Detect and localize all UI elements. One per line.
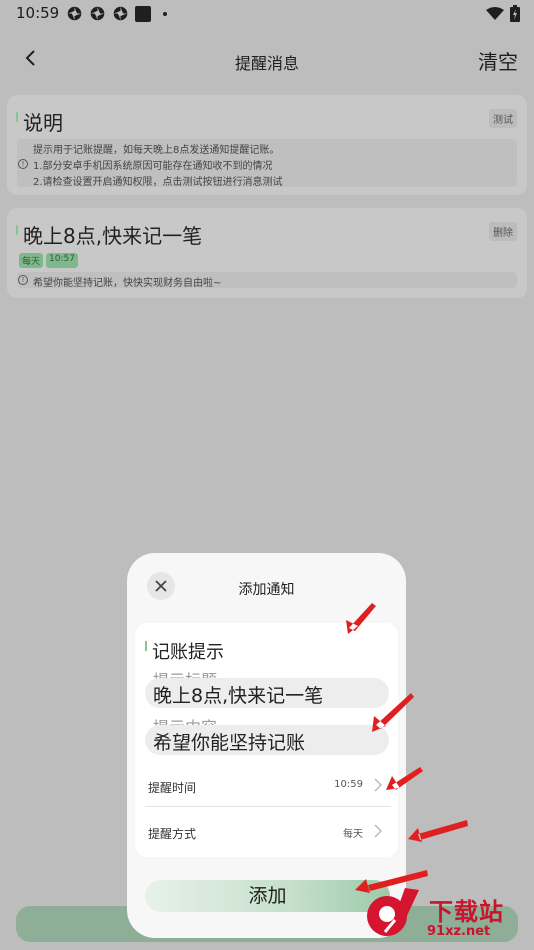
title-input[interactable]: 晚上8点,快来记一笔	[145, 678, 389, 708]
title-input-value: 晚上8点,快来记一笔	[153, 685, 324, 707]
card-title: 说明	[23, 111, 63, 135]
notice-line: 提示用于记账提醒，如每天晚上8点发送通知提醒记账。	[33, 145, 280, 156]
status-system-icons	[486, 5, 520, 22]
chevron-right-icon	[374, 778, 383, 792]
square-icon	[135, 5, 151, 22]
info-icon: !	[18, 159, 28, 169]
chevron-right-icon	[374, 824, 383, 838]
reminder-time-label: 提醒时间	[148, 781, 197, 795]
reminder-form: 记账提示 提示标题 晚上8点,快来记一笔 提示内容 希望你能坚持记账 提醒时间 …	[135, 623, 398, 857]
accent-bar	[16, 225, 18, 235]
battery-icon	[510, 5, 520, 22]
reminder-card[interactable]: 晚上8点,快来记一笔 删除 每天 10:57 ! 希望你能坚持记账，快快实现财务…	[7, 208, 527, 298]
form-section-label: 记账提示	[152, 642, 224, 663]
notice-description: ! 提示用于记账提醒，如每天晚上8点发送通知提醒记账。 1.部分安卓手机因系统原…	[17, 139, 517, 188]
notice-card: 说明 测试 ! 提示用于记账提醒，如每天晚上8点发送通知提醒记账。 1.部分安卓…	[7, 95, 527, 195]
card-title: 晚上8点,快来记一笔	[23, 224, 203, 248]
divider	[145, 806, 391, 807]
reminder-time-row[interactable]: 提醒时间 10:59	[145, 765, 391, 809]
watermark-logo-icon	[367, 888, 419, 936]
annotation-arrow-icon	[408, 820, 468, 842]
reminder-badges: 每天 10:57	[19, 253, 78, 268]
page-title: 提醒消息	[234, 54, 299, 73]
content-input-value: 希望你能坚持记账	[153, 732, 306, 754]
top-app-bar: 提醒消息 清空	[0, 40, 534, 80]
app-icon	[90, 6, 105, 21]
watermark-url: 91xz.net	[427, 924, 491, 939]
reminder-content: ! 希望你能坚持记账，快快实现财务自由啦~	[17, 272, 517, 289]
reminder-mode-row[interactable]: 提醒方式 每天	[145, 811, 391, 855]
wifi-icon	[486, 6, 504, 20]
test-button[interactable]: 测试	[489, 109, 517, 128]
notice-line: 1.部分安卓手机因系统原因可能存在通知收不到的情况	[33, 161, 273, 172]
status-bar: 10:59	[0, 0, 534, 28]
notice-line: 2.请检查设置开启通知权限，点击测试按钮进行消息测试	[33, 177, 283, 188]
accent-bar	[16, 112, 18, 122]
content-input[interactable]: 希望你能坚持记账	[145, 725, 389, 755]
time-badge: 10:57	[46, 253, 78, 268]
info-icon: !	[18, 275, 28, 285]
clear-button[interactable]: 清空	[478, 46, 518, 75]
reminder-content-text: 希望你能坚持记账，快快实现财务自由啦~	[33, 278, 222, 289]
frequency-badge: 每天	[19, 253, 44, 268]
watermark: 下载站 91xz.net	[365, 880, 531, 948]
status-time: 10:59	[16, 4, 60, 22]
watermark-brand: 下载站	[429, 898, 504, 926]
dialog-title: 添加通知	[238, 582, 295, 598]
delete-button[interactable]: 删除	[489, 222, 517, 241]
reminder-mode-value: 每天	[343, 829, 363, 840]
reminder-mode-label: 提醒方式	[148, 827, 197, 841]
status-notification-icons	[66, 5, 167, 22]
accent-bar	[145, 641, 147, 651]
add-button[interactable]: 添加	[145, 880, 390, 912]
app-icon	[113, 6, 128, 21]
app-icon	[67, 6, 82, 21]
dot-icon	[163, 11, 167, 16]
reminder-time-value: 10:59	[334, 779, 363, 790]
